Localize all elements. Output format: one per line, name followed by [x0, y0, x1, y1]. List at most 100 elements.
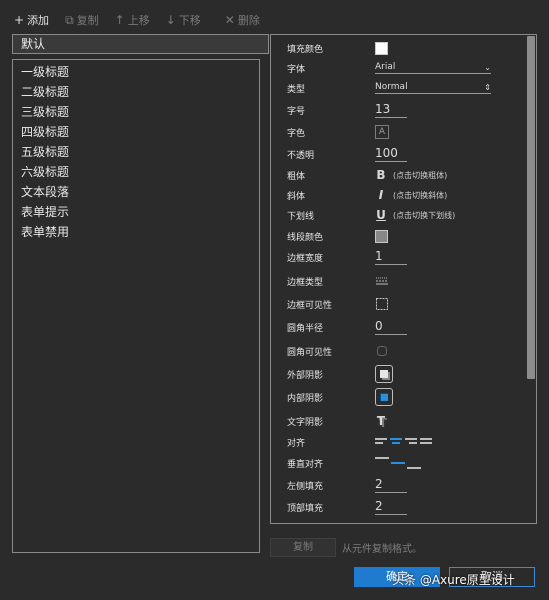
prop-padding-top: 顶部填充 2	[287, 496, 526, 518]
border-visibility-icon[interactable]	[375, 297, 389, 311]
opacity-label: 不透明	[287, 150, 315, 161]
underline-hint: (点击切换下划线)	[393, 210, 456, 220]
line-color-label: 线段颜色	[287, 232, 324, 243]
delete-label: 删除	[237, 14, 260, 27]
add-label: 添加	[27, 14, 50, 27]
prop-border-type: 边框类型	[287, 270, 526, 292]
type-select[interactable]: Normal ⇕	[375, 82, 491, 94]
italic-hint: (点击切换斜体)	[393, 190, 448, 200]
prop-bold: 粗体 B (点击切换粗体)	[287, 164, 526, 186]
padding-top-label: 顶部填充	[287, 503, 324, 514]
inner-shadow-label: 内部阴影	[287, 393, 324, 404]
prop-corner-visibility: 圆角可见性	[287, 340, 526, 362]
list-item[interactable]: 四级标题	[13, 122, 259, 142]
chevron-down-icon: ⌄	[484, 62, 491, 72]
move-up-label: 上移	[127, 14, 150, 27]
prop-fill-color: 填充颜色	[287, 37, 526, 59]
corner-radius-input[interactable]: 0	[375, 319, 407, 335]
copy-format-area: 复制 从元件复制格式。	[270, 537, 422, 557]
opacity-input[interactable]: 100	[375, 146, 407, 162]
properties-panel: 填充颜色 字体 Arial ⌄ 类型 Normal ⇕ 字号 13 字色 A 不…	[270, 34, 537, 524]
style-list: 一级标题 二级标题 三级标题 四级标题 五级标题 六级标题 文本段落 表单提示 …	[12, 59, 260, 553]
move-up-button[interactable]: ↑ 上移	[115, 12, 150, 28]
prop-font-size: 字号 13	[287, 99, 526, 121]
bold-label: 粗体	[287, 171, 306, 182]
font-color-label: 字色	[287, 128, 306, 139]
italic-icon[interactable]: I	[375, 188, 387, 202]
padding-left-label: 左侧填充	[287, 481, 324, 492]
copy-button[interactable]: ⧉ 复制	[65, 12, 99, 28]
border-width-input[interactable]: 1	[375, 249, 407, 265]
prop-padding-left: 左侧填充 2	[287, 474, 526, 496]
border-type-icon[interactable]	[375, 276, 389, 286]
prop-text-shadow: 文字阴影 T	[287, 410, 526, 432]
corner-visibility-label: 圆角可见性	[287, 347, 333, 358]
font-color-icon[interactable]: A	[375, 125, 389, 139]
align-label: 对齐	[287, 438, 306, 449]
corner-radius-label: 圆角半径	[287, 323, 324, 334]
outer-shadow-icon[interactable]	[375, 365, 393, 383]
delete-button[interactable]: ✕ 删除	[225, 12, 260, 28]
padding-left-input[interactable]: 2	[375, 477, 407, 493]
list-item[interactable]: 六级标题	[13, 162, 259, 182]
corner-visibility-icon[interactable]	[375, 344, 389, 358]
arrow-up-icon: ↑	[114, 13, 125, 27]
list-item[interactable]: 表单提示	[13, 202, 259, 222]
prop-corner-radius: 圆角半径 0	[287, 316, 526, 338]
default-style-item[interactable]: 默认	[12, 34, 269, 54]
fill-color-label: 填充颜色	[287, 44, 324, 55]
bold-icon[interactable]: B	[375, 168, 387, 182]
underline-icon[interactable]: U	[375, 208, 387, 222]
font-value: Arial	[375, 62, 396, 72]
valign-middle-icon[interactable]	[391, 456, 405, 470]
prop-font: 字体 Arial ⌄	[287, 57, 526, 79]
outer-shadow-label: 外部阴影	[287, 370, 324, 381]
chevron-updown-icon: ⇕	[484, 82, 491, 92]
move-down-label: 下移	[178, 14, 201, 27]
border-type-label: 边框类型	[287, 277, 324, 288]
add-button[interactable]: + 添加	[14, 12, 49, 28]
type-value: Normal	[375, 82, 408, 92]
border-width-label: 边框宽度	[287, 253, 324, 264]
move-down-button[interactable]: ↓ 下移	[166, 12, 201, 28]
align-center-icon[interactable]	[390, 437, 402, 447]
underline-label: 下划线	[287, 211, 315, 222]
prop-opacity: 不透明 100	[287, 143, 526, 165]
align-left-icon[interactable]	[375, 437, 387, 447]
prop-underline: 下划线 U (点击切换下划线)	[287, 204, 526, 226]
font-label: 字体	[287, 64, 306, 75]
prop-line-color: 线段颜色	[287, 225, 526, 247]
vertical-align-label: 垂直对齐	[287, 459, 324, 470]
prop-align: 对齐	[287, 431, 526, 453]
valign-bottom-icon[interactable]	[407, 456, 421, 470]
list-item[interactable]: 表单禁用	[13, 222, 259, 242]
prop-type: 类型 Normal ⇕	[287, 77, 526, 99]
prop-font-color: 字色 A	[287, 121, 526, 143]
valign-top-icon[interactable]	[375, 456, 389, 470]
plus-icon: +	[14, 13, 25, 27]
border-visibility-label: 边框可见性	[287, 300, 333, 311]
text-shadow-icon[interactable]: T	[375, 414, 387, 428]
list-item[interactable]: 三级标题	[13, 102, 259, 122]
align-justify-icon[interactable]	[420, 437, 432, 447]
align-right-icon[interactable]	[405, 437, 417, 447]
copy-icon: ⧉	[65, 12, 74, 27]
font-size-label: 字号	[287, 106, 306, 117]
list-item[interactable]: 五级标题	[13, 142, 259, 162]
line-color-swatch[interactable]	[375, 229, 388, 243]
font-size-input[interactable]: 13	[375, 102, 407, 118]
text-shadow-label: 文字阴影	[287, 417, 324, 428]
padding-top-input[interactable]: 2	[375, 499, 407, 515]
fill-color-swatch[interactable]	[375, 41, 388, 55]
inner-shadow-icon[interactable]	[375, 388, 393, 406]
font-select[interactable]: Arial ⌄	[375, 62, 491, 74]
list-item[interactable]: 文本段落	[13, 182, 259, 202]
bold-hint: (点击切换粗体)	[393, 170, 448, 180]
scrollbar[interactable]	[527, 36, 535, 379]
list-item[interactable]: 二级标题	[13, 82, 259, 102]
prop-border-visibility: 边框可见性	[287, 293, 526, 315]
prop-outer-shadow: 外部阴影	[287, 363, 526, 385]
copy-format-button[interactable]: 复制	[270, 537, 336, 557]
toolbar: + 添加 ⧉ 复制 ↑ 上移 ↓ 下移 ✕ 删除	[14, 10, 260, 30]
list-item[interactable]: 一级标题	[13, 62, 259, 82]
